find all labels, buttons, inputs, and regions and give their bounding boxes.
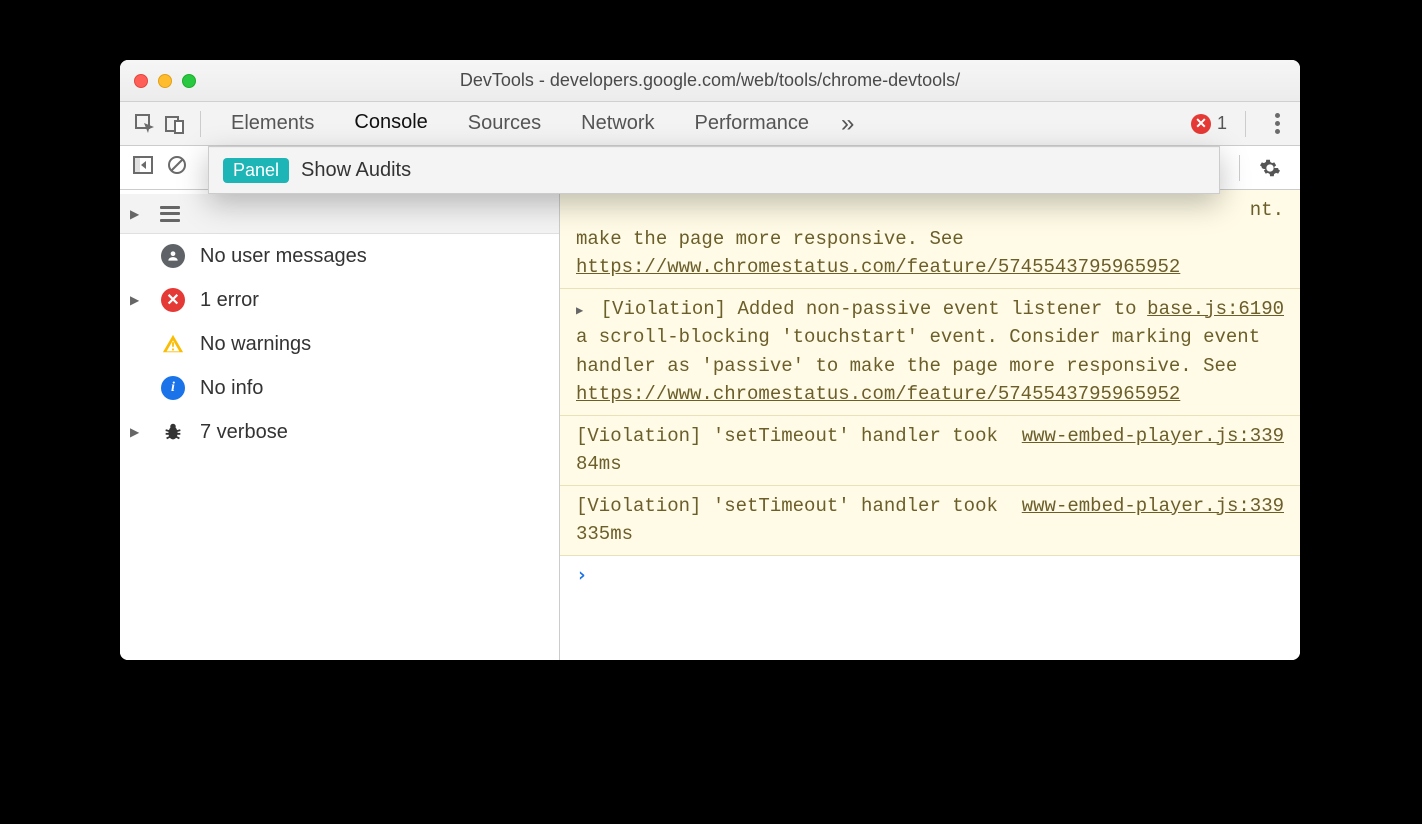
log-source-link[interactable]: www-embed-player.js:339 [1022,422,1284,451]
error-icon: ✕ [161,288,185,312]
log-text: make the page more responsive. See [576,228,964,250]
tab-console[interactable]: Console [334,102,447,145]
console-log-entry[interactable]: base.js:6190 [Violation] Added non-passi… [560,289,1300,416]
error-count-badge[interactable]: ✕ 1 [1191,113,1227,134]
chevron-right-icon [130,205,146,223]
command-label: Show Audits [301,159,411,182]
console-log-list[interactable]: nt. make the page more responsive. See h… [560,190,1300,660]
tabbar-divider [200,111,201,137]
command-category-pill: Panel [223,158,289,183]
console-prompt[interactable]: › [560,556,1300,594]
tab-network[interactable]: Network [561,102,674,145]
tab-label: Sources [468,112,541,135]
error-icon: ✕ [1191,114,1211,134]
titlebar: DevTools - developers.google.com/web/too… [120,60,1300,102]
inspect-element-icon[interactable] [130,114,160,134]
info-icon: i [161,376,185,400]
prompt-glyph: › [576,564,587,586]
close-window-button[interactable] [134,74,148,88]
chevron-right-icon[interactable] [576,298,583,320]
tab-label: Network [581,112,654,135]
error-count: 1 [1217,113,1227,134]
content-area: No user messages ✕ 1 error No warnings i… [120,190,1300,660]
tab-elements[interactable]: Elements [211,102,334,145]
tabbar-divider [1245,111,1246,137]
tab-label: Performance [695,112,810,135]
bug-icon [160,419,186,445]
traffic-lights [120,74,196,88]
all-messages-icon [160,206,180,222]
tabbar-right: ✕ 1 [1191,111,1290,137]
sidebar-item-label: No info [200,377,263,400]
sidebar-item-label: No warnings [200,333,311,356]
sidebar-item-label: 1 error [200,289,259,312]
command-menu-dropdown: Panel Show Audits [208,146,1220,194]
log-link[interactable]: https://www.chromestatus.com/feature/574… [576,256,1180,278]
log-source-link[interactable]: base.js:6190 [1147,295,1284,324]
console-log-entry[interactable]: www-embed-player.js:339 [Violation] 'set… [560,416,1300,486]
command-menu-item[interactable]: Panel Show Audits [209,147,1219,193]
sidebar-header-row[interactable] [120,194,559,234]
sidebar-item-errors[interactable]: ✕ 1 error [120,278,559,322]
minimize-window-button[interactable] [158,74,172,88]
more-options-button[interactable] [1264,113,1290,134]
sidebar-item-label: 7 verbose [200,421,288,444]
tab-sources[interactable]: Sources [448,102,561,145]
sidebar-item-user-messages[interactable]: No user messages [120,234,559,278]
tab-performance[interactable]: Performance [675,102,830,145]
devtools-tabbar: Elements Console Sources Network Perform… [120,102,1300,146]
log-text: [Violation] 'setTimeout' handler took 84… [576,425,998,476]
window-title: DevTools - developers.google.com/web/too… [120,70,1300,91]
log-source-link[interactable]: www-embed-player.js:339 [1022,492,1284,521]
console-toolbar-left [120,155,200,180]
console-log-entry[interactable]: www-embed-player.js:339 [Violation] 'set… [560,486,1300,556]
overflow-glyph: » [841,110,854,137]
sidebar-item-info[interactable]: i No info [120,366,559,410]
tab-label: Console [354,111,427,134]
clear-console-icon[interactable] [167,155,187,180]
sidebar-item-label: No user messages [200,245,367,268]
console-settings-icon[interactable] [1240,157,1300,179]
sidebar-item-warnings[interactable]: No warnings [120,322,559,366]
warning-icon [160,331,186,357]
chevron-right-icon [130,423,146,441]
log-text: [Violation] 'setTimeout' handler took 33… [576,495,998,546]
console-sidebar: No user messages ✕ 1 error No warnings i… [120,190,560,660]
toggle-sidebar-icon[interactable] [133,156,153,179]
device-toolbar-icon[interactable] [160,114,190,134]
log-link[interactable]: https://www.chromestatus.com/feature/574… [576,383,1180,405]
devtools-window: DevTools - developers.google.com/web/too… [120,60,1300,660]
tab-label: Elements [231,112,314,135]
console-log-entry[interactable]: nt. make the page more responsive. See h… [560,190,1300,289]
log-partial-tail: nt. [576,196,1284,225]
tabs-overflow-button[interactable]: » [829,110,866,138]
zoom-window-button[interactable] [182,74,196,88]
chevron-right-icon [130,291,146,309]
user-icon [161,244,185,268]
sidebar-item-verbose[interactable]: 7 verbose [120,410,559,454]
